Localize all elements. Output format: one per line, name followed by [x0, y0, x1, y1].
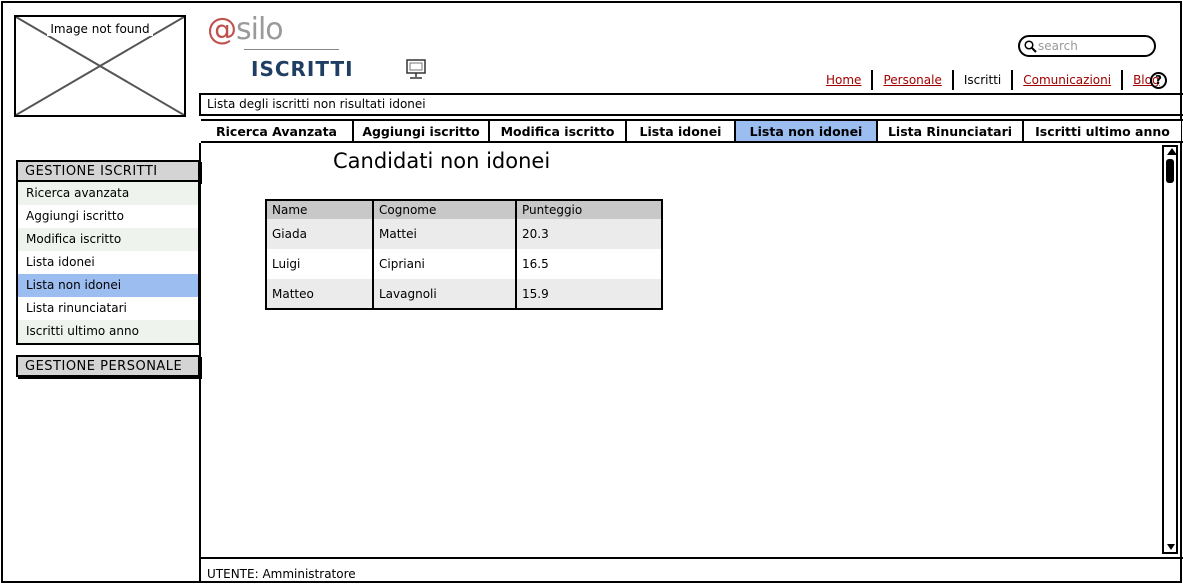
help-icon[interactable]: ? [1150, 72, 1167, 89]
sidebar-item-lista-rinunciatari[interactable]: Lista rinunciatari [18, 297, 198, 320]
cell-name: Giada [266, 219, 373, 249]
cell-name: Luigi [272, 257, 301, 271]
cell-cognome: Mattei [372, 219, 516, 249]
scroll-up-arrow-icon[interactable] [1167, 148, 1177, 155]
page-heading: ISCRITTI [251, 57, 354, 81]
page-subtitle: Lista degli iscritti non risultati idone… [199, 93, 1183, 116]
column-header-cognome[interactable]: Cognome [372, 200, 516, 219]
sidebar-list: Ricerca avanzata Aggiungi iscritto Modif… [16, 182, 200, 345]
nav-link-comunicazioni[interactable]: Comunicazioni [1013, 73, 1121, 87]
tab-bar: Ricerca Avanzata Aggiungi iscritto Modif… [201, 119, 1183, 143]
column-header-name[interactable]: Name [266, 200, 373, 219]
table-row[interactable]: Matteo Lavagnoli 15.9 [266, 279, 662, 309]
logo-at: @ [207, 12, 237, 47]
image-placeholder-label: Image not found [47, 22, 153, 36]
logo-text: silo [236, 12, 284, 47]
table-row[interactable]: Giada Mattei 20.3 [266, 219, 662, 249]
sidebar-item-ricerca-avanzata[interactable]: Ricerca avanzata [18, 182, 198, 205]
search-input[interactable] [1038, 38, 1150, 54]
cell-punteggio: 15.9 [515, 279, 662, 309]
cell-punteggio: 16.5 [515, 249, 662, 279]
sidebar-item-aggiungi-iscritto[interactable]: Aggiungi iscritto [18, 205, 198, 228]
table-header-row: Name Cognome Punteggio [266, 200, 662, 219]
tab-lista-rinunciatari[interactable]: Lista Rinunciatari [878, 121, 1024, 141]
vertical-scrollbar[interactable] [1162, 145, 1178, 554]
search-box[interactable] [1018, 35, 1156, 57]
sidebar-section-gestione-iscritti[interactable]: GESTIONE ISCRITTI [16, 160, 200, 182]
candidates-table: Name Cognome Punteggio Giada Mattei 20.3… [265, 199, 663, 310]
table-row[interactable]: Luigi Cipriani 16.5 [266, 249, 662, 279]
nav-link-iscritti[interactable]: Iscritti [954, 73, 1011, 87]
sidebar-section-gestione-personale[interactable]: GESTIONE PERSONALE [16, 355, 200, 377]
tab-modifica-iscritto[interactable]: Modifica iscritto [490, 121, 627, 141]
tab-lista-non-idonei[interactable]: Lista non idonei [736, 121, 878, 141]
scroll-thumb[interactable] [1166, 159, 1174, 183]
tab-aggiungi-iscritto[interactable]: Aggiungi iscritto [354, 121, 490, 141]
cell-name: Matteo [266, 279, 373, 309]
column-header-punteggio[interactable]: Punteggio [515, 200, 662, 219]
status-bar-user: UTENTE: Amministratore [199, 557, 1183, 582]
image-placeholder: Image not found [14, 15, 186, 117]
search-icon [1024, 40, 1037, 53]
scroll-down-arrow-icon[interactable] [1167, 544, 1175, 550]
cell-cognome: Cipriani [372, 249, 516, 279]
cell-cognome: Lavagnoli [372, 279, 516, 309]
cell-punteggio: 20.3 [515, 219, 662, 249]
tab-lista-idonei[interactable]: Lista idonei [627, 121, 736, 141]
monitor-icon[interactable] [405, 59, 427, 81]
logo-underline [244, 49, 339, 50]
nav-link-home[interactable]: Home [816, 73, 871, 87]
sidebar: GESTIONE ISCRITTI Ricerca avanzata Aggiu… [16, 160, 200, 377]
content-title: Candidati non idonei [333, 149, 551, 173]
tab-iscritti-ultimo-anno[interactable]: Iscritti ultimo anno [1024, 121, 1181, 141]
logo: @silo [207, 12, 284, 47]
sidebar-item-modifica-iscritto[interactable]: Modifica iscritto [18, 228, 198, 251]
sidebar-item-lista-idonei[interactable]: Lista idonei [18, 251, 198, 274]
sidebar-item-iscritti-ultimo-anno[interactable]: Iscritti ultimo anno [18, 320, 198, 343]
sidebar-item-lista-non-idonei[interactable]: Lista non idonei [18, 274, 198, 297]
nav-link-personale[interactable]: Personale [873, 73, 951, 87]
top-nav: Home Personale Iscritti Comunicazioni Bl… [816, 70, 1170, 90]
tab-ricerca-avanzata[interactable]: Ricerca Avanzata [201, 121, 354, 141]
